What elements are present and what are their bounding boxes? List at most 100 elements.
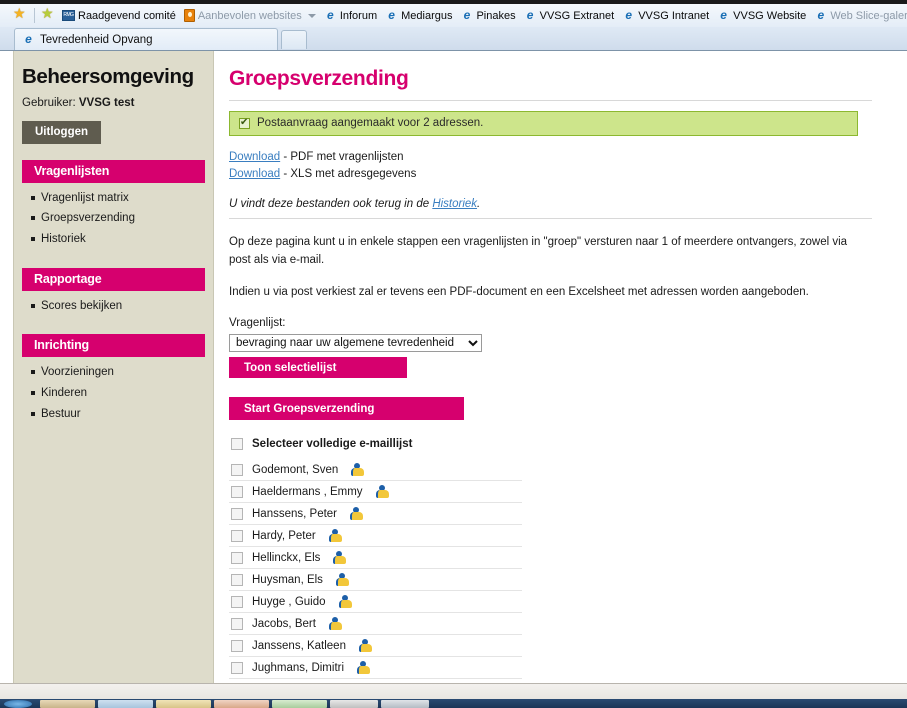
list-item[interactable]: Haeldermans , Emmy [229, 481, 522, 504]
sidebar-item-scores-bekijken[interactable]: Scores bekijken [31, 298, 213, 319]
list-item[interactable]: Hanssens, Peter [229, 503, 522, 526]
list-item[interactable]: Hardy, Peter [229, 525, 522, 548]
person-icon[interactable] [349, 507, 364, 521]
historiek-link[interactable]: Historiek [432, 198, 477, 210]
row-checkbox[interactable] [231, 661, 243, 674]
recipient-name: Janssens, Katleen [252, 639, 346, 652]
recipient-name: Haeldermans , Emmy [252, 485, 363, 498]
recipient-name: Hanssens, Peter [252, 507, 338, 520]
row-checkbox[interactable] [231, 617, 243, 630]
select-all-checkbox[interactable] [231, 438, 243, 451]
ie-icon [814, 9, 827, 22]
person-icon[interactable] [335, 573, 349, 587]
row-checkbox[interactable] [231, 507, 243, 520]
taskbar-item-4[interactable] [214, 700, 269, 708]
favorite-vvsg-website[interactable]: VVSG Website [714, 8, 811, 23]
favorite-raadgevend-comite[interactable]: RMG Raadgevend comité [59, 9, 181, 23]
recipient-name: Huyge , Guido [252, 595, 326, 608]
row-checkbox[interactable] [231, 573, 243, 586]
person-icon[interactable] [358, 639, 372, 653]
logout-button[interactable]: Uitloggen [22, 120, 102, 144]
sidebar-item-vragenlijst-matrix[interactable]: Vragenlijst matrix [31, 190, 213, 211]
ie-icon [22, 33, 35, 46]
questionnaire-select[interactable]: bevraging naar uw algemene tevredenheid [229, 334, 482, 353]
list-item[interactable]: Huyge , Guido [229, 591, 522, 614]
star-icon [13, 5, 26, 22]
person-icon[interactable] [328, 617, 342, 631]
list-item[interactable]: Huysman, Els [229, 569, 522, 592]
sidebar-item-historiek[interactable]: Historiek [31, 231, 213, 252]
page-title-beheersomgeving: Beheersomgeving [22, 65, 194, 88]
sidebar-section-inrichting: Inrichting [22, 334, 205, 358]
new-tab-button[interactable] [281, 30, 307, 49]
recipient-name: Godemont, Sven [252, 463, 339, 476]
check-icon [239, 116, 250, 129]
start-groepsverzending-button[interactable]: Start Groepsverzending [229, 397, 464, 421]
row-checkbox[interactable] [231, 639, 243, 652]
favorite-star-icon-button[interactable] [10, 5, 31, 23]
list-item[interactable]: Hellinckx, Els [229, 547, 522, 570]
download-pdf-link[interactable]: Download [229, 151, 280, 163]
taskbar-item-6[interactable] [330, 700, 378, 708]
favorite-mediargus[interactable]: Mediargus [382, 8, 457, 23]
show-selectionlist-button[interactable]: Toon selectielijst [229, 357, 407, 379]
favorite-pinakes[interactable]: Pinakes [457, 8, 520, 23]
favorite-label: Pinakes [476, 9, 516, 22]
status-banner-success: Postaanvraag aangemaakt voor 2 adressen. [229, 111, 858, 136]
list-item[interactable]: Jughmans, Dimitri [229, 657, 522, 680]
favorite-label: VVSG Extranet [539, 9, 615, 22]
tab-tevredenheid-opvang[interactable]: Tevredenheid Opvang [14, 28, 278, 50]
taskbar-item-7[interactable] [381, 700, 429, 708]
person-icon[interactable] [332, 551, 347, 565]
favorite-label: Web Slice-galerie [830, 9, 907, 22]
favorite-web-slice-galerie[interactable]: Web Slice-galerie [811, 8, 907, 23]
download-xls-text: - XLS met adresgegevens [280, 168, 417, 181]
favorite-label: Mediargus [401, 9, 453, 22]
taskbar-item-1[interactable] [40, 700, 95, 708]
row-checkbox[interactable] [231, 463, 243, 476]
row-checkbox[interactable] [231, 551, 243, 564]
taskbar-item-5[interactable] [272, 700, 327, 708]
person-icon[interactable] [375, 485, 389, 499]
row-checkbox[interactable] [231, 595, 243, 608]
list-item[interactable]: Janssens, Katleen [229, 635, 522, 658]
recipient-name: Huysman, Els [252, 573, 323, 586]
questionnaire-select-label: Vragenlijst: [229, 317, 286, 330]
select-all-label: Selecteer volledige e-maillijst [252, 438, 413, 451]
browser-status-bar [0, 683, 907, 699]
favorite-label: Inforum [339, 9, 378, 22]
title-divider [229, 100, 872, 101]
person-icon[interactable] [328, 529, 342, 543]
select-all-row[interactable]: Selecteer volledige e-maillijst [229, 433, 522, 455]
favorite-inforum[interactable]: Inforum [321, 8, 382, 23]
favorite-aanbevolen-websites[interactable]: Aanbevolen websites [181, 8, 321, 23]
bluebox-icon: RMG [62, 10, 75, 21]
sidebar-item-bestuur[interactable]: Bestuur [31, 406, 213, 427]
row-checkbox[interactable] [231, 529, 243, 542]
favorite-vvsg-extranet[interactable]: VVSG Extranet [521, 8, 620, 23]
person-icon[interactable] [338, 595, 352, 609]
person-icon[interactable] [356, 661, 371, 675]
ie-icon [524, 9, 537, 22]
row-checkbox[interactable] [231, 485, 243, 498]
list-item[interactable]: Godemont, Sven [229, 459, 522, 482]
list-item[interactable]: Jacobs, Bert [229, 613, 522, 636]
add-to-favorites-button[interactable] [38, 5, 59, 23]
ie-icon [385, 9, 398, 22]
ie-icon [717, 9, 730, 22]
sidebar-item-groepsverzending[interactable]: Groepsverzending [31, 210, 213, 231]
intro-paragraph-1: Op deze pagina kunt u in enkele stappen … [229, 235, 848, 267]
person-icon[interactable] [350, 463, 365, 477]
sidebar-item-kinderen[interactable]: Kinderen [31, 385, 213, 406]
recipient-name: Jacobs, Bert [252, 617, 316, 630]
download-xls-link[interactable]: Download [229, 168, 280, 180]
taskbar-item-2[interactable] [98, 700, 153, 708]
sidebar-nav-rapportage: Scores bekijken [14, 298, 213, 319]
recipient-name: Jughmans, Dimitri [252, 661, 345, 674]
taskbar-item-3[interactable] [156, 700, 211, 708]
tab-label: Tevredenheid Opvang [40, 33, 153, 46]
taskbar-start-button[interactable] [4, 700, 32, 708]
star-green-icon [41, 5, 54, 22]
sidebar-item-voorzieningen[interactable]: Voorzieningen [31, 364, 213, 385]
favorite-vvsg-intranet[interactable]: VVSG Intranet [619, 8, 714, 23]
